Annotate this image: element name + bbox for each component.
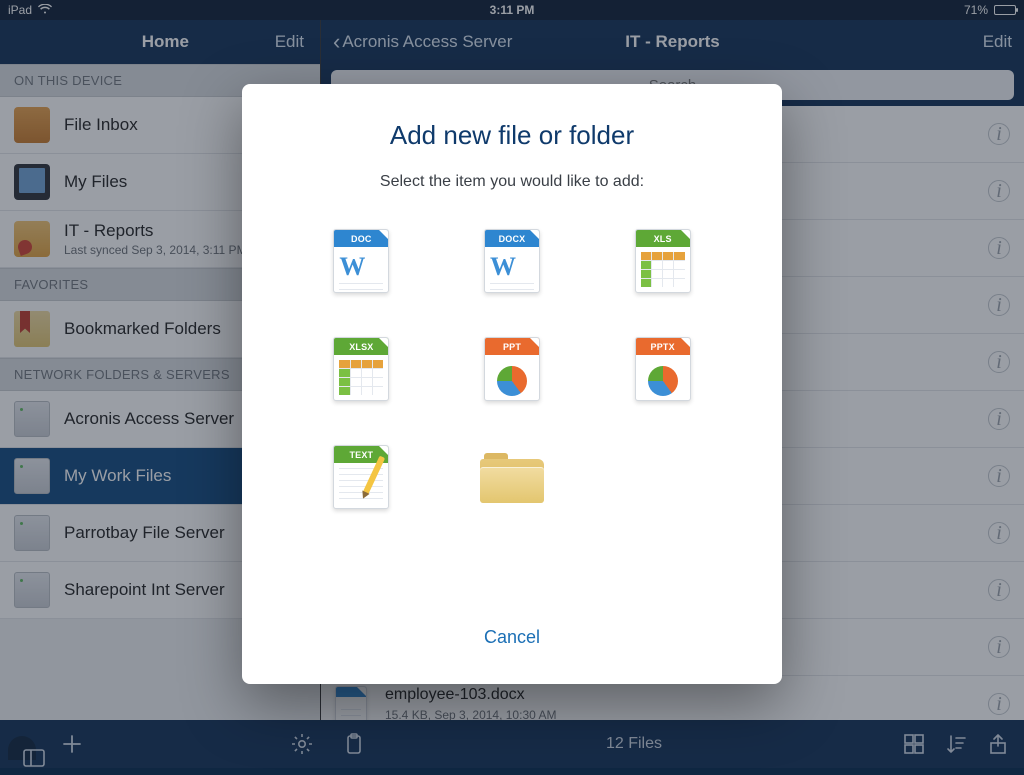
file-type-text[interactable]: TEXT bbox=[322, 445, 401, 509]
file-thumb-icon: DOCW bbox=[333, 229, 389, 293]
modal-subtitle: Select the item you would like to add: bbox=[380, 173, 644, 191]
file-type-docx[interactable]: DOCXW bbox=[473, 229, 552, 293]
file-thumb-icon: TEXT bbox=[333, 445, 389, 509]
file-thumb-icon: XLSX bbox=[333, 337, 389, 401]
file-type-xlsx[interactable]: XLSX bbox=[322, 337, 401, 401]
folder-icon bbox=[480, 453, 544, 503]
file-thumb-icon: PPTX bbox=[635, 337, 691, 401]
modal-title: Add new file or folder bbox=[390, 120, 634, 151]
file-thumb-icon: XLS bbox=[635, 229, 691, 293]
file-type-ppt[interactable]: PPT bbox=[473, 337, 552, 401]
file-type-grid: DOCW DOCXW XLS XLSX PPT PPTX TEXT bbox=[292, 229, 732, 509]
modal-overlay[interactable]: Add new file or folder Select the item y… bbox=[0, 0, 1024, 768]
file-type-xls[interactable]: XLS bbox=[623, 229, 702, 293]
file-thumb-icon: DOCXW bbox=[484, 229, 540, 293]
file-type-folder[interactable] bbox=[473, 445, 552, 509]
file-thumb-icon: PPT bbox=[484, 337, 540, 401]
cancel-button[interactable]: Cancel bbox=[468, 611, 556, 664]
file-type-doc[interactable]: DOCW bbox=[322, 229, 401, 293]
file-type-pptx[interactable]: PPTX bbox=[623, 337, 702, 401]
add-file-modal: Add new file or folder Select the item y… bbox=[242, 84, 782, 684]
